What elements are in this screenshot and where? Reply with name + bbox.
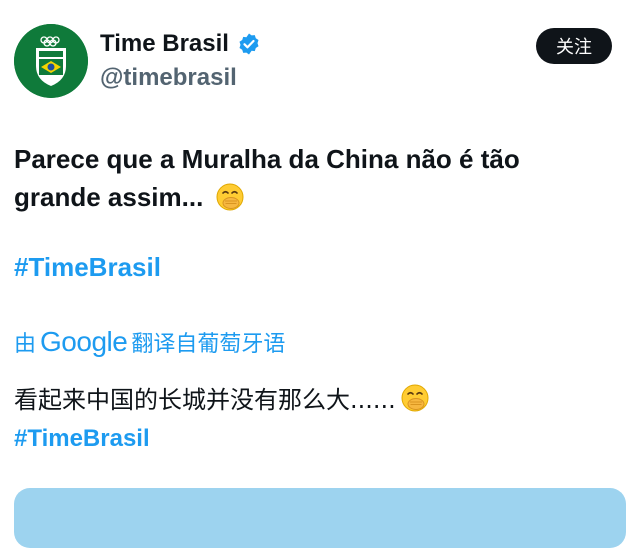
tweet-media-image[interactable] [14, 488, 626, 548]
translated-hashtag-link[interactable]: #TimeBrasil [14, 425, 150, 453]
translated-text-content: 看起来中国的长城并没有那么大...... [14, 386, 396, 414]
profile-handle[interactable]: @timebrasil [100, 64, 237, 92]
profile-name[interactable]: Time Brasil [100, 30, 229, 58]
tweet-text-line-2: grande assim... [14, 178, 614, 216]
translate-suffix: 翻译自葡萄牙语 [131, 332, 286, 357]
tweet-hashtag-link[interactable]: #TimeBrasil [14, 252, 161, 283]
time-brasil-logo-icon [14, 24, 88, 98]
face-with-hand-over-mouth-emoji-icon [216, 183, 244, 211]
translated-text: 看起来中国的长城并没有那么大...... [14, 380, 430, 415]
translate-prefix: 由 [14, 332, 37, 357]
follow-button[interactable]: 关注 [536, 28, 612, 64]
profile-name-row: Time Brasil [100, 30, 261, 58]
tweet-text-line-1: Parece que a Muralha da China não é tão [14, 144, 520, 174]
tweet-text-line-2-text: grande assim... [14, 182, 204, 212]
tweet-text: Parece que a Muralha da China não é tão … [14, 140, 614, 216]
verified-badge-icon [239, 33, 259, 55]
translated-by-google-link[interactable]: 由 Google 翻译自葡萄牙语 [14, 326, 285, 358]
google-logo-text: Google [40, 326, 128, 357]
face-with-hand-over-mouth-emoji-icon [401, 384, 429, 411]
avatar[interactable] [14, 24, 88, 98]
